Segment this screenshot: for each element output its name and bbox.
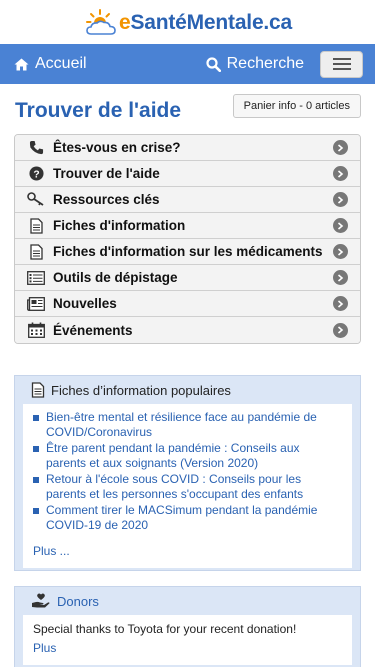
chevron-right-icon <box>333 296 348 311</box>
menu-item-label: Nouvelles <box>53 296 117 311</box>
menu-item-key-resources[interactable]: Ressources clés <box>15 187 360 213</box>
chevron-right-icon <box>333 140 348 155</box>
fact-sheet-link[interactable]: Comment tirer le MACSimum pendant la pan… <box>46 503 342 533</box>
search-label: Recherche <box>226 55 304 72</box>
list-icon <box>27 269 45 287</box>
chevron-right-icon <box>333 166 348 181</box>
donors-more-link[interactable]: Plus <box>33 641 56 655</box>
bullet-icon <box>33 508 39 514</box>
panel-title: Fiches d’information populaires <box>51 382 231 398</box>
more-fact-sheets-link[interactable]: Plus ... <box>33 544 70 558</box>
sun-cloud-icon <box>85 9 116 35</box>
panel-body: Bien-être mental et résilience face au p… <box>23 404 352 568</box>
menu-item-label: Fiches d'information sur les médicaments <box>53 244 323 259</box>
menu-item-find-help[interactable]: ? Trouver de l'aide <box>15 161 360 187</box>
search-icon <box>206 56 221 72</box>
menu-item-label: Êtes-vous en crise? <box>53 140 181 155</box>
document-icon <box>31 382 45 398</box>
title-row: Trouver de l'aide Panier info - 0 articl… <box>0 84 375 136</box>
help-menu: Êtes-vous en crise? ? Trouver de l'aide … <box>14 134 361 344</box>
cart-button[interactable]: Panier info - 0 articles <box>232 94 361 118</box>
chevron-right-icon <box>333 322 348 338</box>
chevron-right-icon <box>333 218 348 233</box>
popular-list: Bien-être mental et résilience face au p… <box>33 410 342 533</box>
logo-text: eSantéMentale.ca <box>118 10 293 34</box>
menu-item-label: Trouver de l'aide <box>53 166 160 181</box>
donors-panel: Donors Special thanks to Toyota for your… <box>14 586 361 667</box>
menu-item-fact-sheets[interactable]: Fiches d'information <box>15 213 360 239</box>
main-navbar: Accueil Recherche <box>0 44 375 84</box>
bullet-icon <box>33 415 39 421</box>
key-icon <box>27 191 45 209</box>
home-link[interactable]: Accueil <box>14 55 87 73</box>
menu-item-label: Ressources clés <box>53 192 160 207</box>
donor-message: Special thanks to Toyota for your recent… <box>33 622 297 636</box>
panel-body: Special thanks to Toyota for your recent… <box>23 615 352 665</box>
document-icon <box>27 217 45 235</box>
fact-sheet-link[interactable]: Retour à l'école sous COVID : Conseils p… <box>46 472 342 502</box>
list-item[interactable]: Retour à l'école sous COVID : Conseils p… <box>33 472 342 502</box>
chevron-right-icon <box>333 192 348 207</box>
menu-item-label: Outils de dépistage <box>53 270 178 285</box>
home-label: Accueil <box>35 55 87 72</box>
fact-sheet-link[interactable]: Bien-être mental et résilience face au p… <box>46 410 342 440</box>
menu-item-news[interactable]: Nouvelles <box>15 291 360 317</box>
hamburger-line <box>332 68 351 70</box>
list-item[interactable]: Être parent pendant la pandémie : Consei… <box>33 441 342 471</box>
panel-header: Donors <box>15 587 360 615</box>
popular-fact-sheets-panel: Fiches d’information populaires Bien-êtr… <box>14 375 361 571</box>
page-title: Trouver de l'aide <box>15 99 182 122</box>
bullet-icon <box>33 477 39 483</box>
panel-title: Donors <box>57 593 99 609</box>
menu-item-crisis[interactable]: Êtes-vous en crise? <box>15 135 360 161</box>
newspaper-icon <box>27 295 45 313</box>
hamburger-line <box>332 58 351 60</box>
search-link[interactable]: Recherche <box>206 55 304 73</box>
site-logo[interactable]: eSantéMentale.ca <box>83 8 292 36</box>
fact-sheet-link[interactable]: Être parent pendant la pandémie : Consei… <box>46 441 342 471</box>
svg-text:?: ? <box>33 169 39 180</box>
chevron-right-icon <box>333 270 348 285</box>
list-item[interactable]: Comment tirer le MACSimum pendant la pan… <box>33 503 342 533</box>
menu-item-screening-tools[interactable]: Outils de dépistage <box>15 265 360 291</box>
menu-item-events[interactable]: Événements <box>15 317 360 343</box>
panel-header: Fiches d’information populaires <box>15 376 360 404</box>
list-item[interactable]: Bien-être mental et résilience face au p… <box>33 410 342 440</box>
menu-item-label: Événements <box>53 322 133 338</box>
question-circle-icon: ? <box>27 165 45 183</box>
phone-icon <box>27 139 45 157</box>
bullet-icon <box>33 446 39 452</box>
chevron-right-icon <box>333 244 348 259</box>
site-header: eSantéMentale.ca <box>0 0 375 44</box>
menu-toggle-button[interactable] <box>320 50 363 78</box>
calendar-icon <box>27 321 45 339</box>
donation-hand-icon <box>32 593 50 608</box>
home-icon <box>14 58 29 70</box>
menu-item-medication-sheets[interactable]: Fiches d'information sur les médicaments <box>15 239 360 265</box>
hamburger-line <box>332 63 351 65</box>
menu-item-label: Fiches d'information <box>53 218 186 233</box>
document-icon <box>27 243 45 261</box>
